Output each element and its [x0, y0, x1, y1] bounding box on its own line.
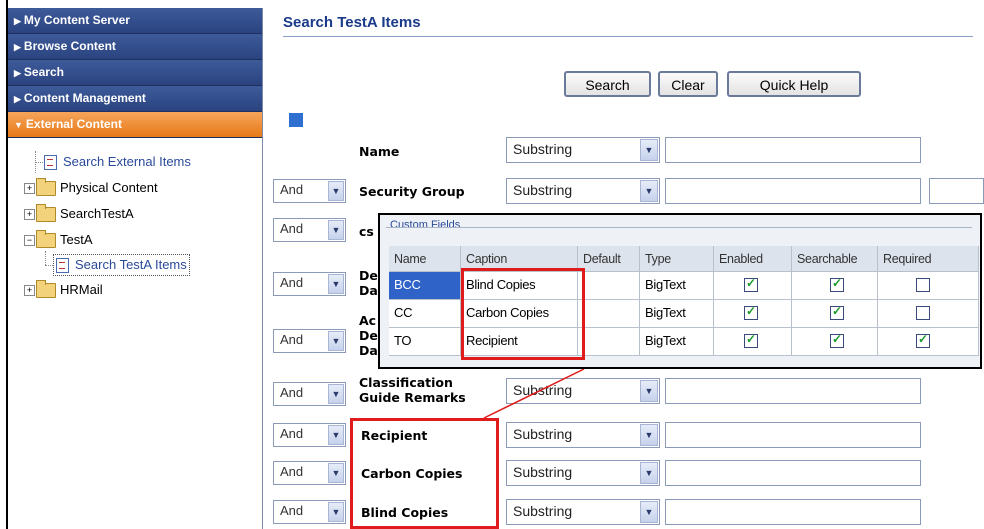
col-header-default: Default	[578, 246, 640, 272]
cell-name: BCC	[389, 272, 461, 300]
fieldset-rule	[386, 227, 972, 229]
cell-searchable	[792, 328, 878, 356]
cell-enabled	[714, 300, 792, 328]
col-header-name: Name	[389, 246, 461, 272]
cell-enabled	[714, 272, 792, 300]
cell-searchable	[792, 300, 878, 328]
required-checkbox[interactable]	[916, 277, 930, 292]
searchable-checkbox[interactable]	[830, 304, 844, 320]
cell-default	[578, 272, 640, 300]
connector-line	[483, 368, 585, 419]
cell-default	[578, 300, 640, 328]
required-checkbox[interactable]	[916, 305, 930, 320]
highlight-box-captions	[461, 268, 585, 360]
col-header-searchable: Searchable	[792, 246, 878, 272]
required-checkbox[interactable]	[916, 332, 930, 348]
cell-enabled	[714, 328, 792, 356]
cell-name: TO	[389, 328, 461, 356]
cell-type: BigText	[640, 300, 714, 328]
cell-required	[878, 272, 979, 300]
enabled-checkbox[interactable]	[744, 332, 758, 348]
cell-default	[578, 328, 640, 356]
cell-type: BigText	[640, 328, 714, 356]
app-frame: ▶ My Content Server ▶ Browse Content ▶ Sear…	[0, 0, 984, 529]
col-header-type: Type	[640, 246, 714, 272]
col-header-enabled: Enabled	[714, 246, 792, 272]
enabled-checkbox[interactable]	[744, 304, 758, 320]
col-header-required: Required	[878, 246, 979, 272]
searchable-checkbox[interactable]	[830, 332, 844, 348]
custom-fields-legend: Custom Fields	[389, 219, 462, 231]
cell-required	[878, 328, 979, 356]
cell-required	[878, 300, 979, 328]
cell-searchable	[792, 272, 878, 300]
searchable-checkbox[interactable]	[830, 276, 844, 292]
custom-fields-panel: Custom Fields Name Caption Default Type …	[378, 213, 982, 369]
cell-type: BigText	[640, 272, 714, 300]
enabled-checkbox[interactable]	[744, 276, 758, 292]
cell-name: CC	[389, 300, 461, 328]
